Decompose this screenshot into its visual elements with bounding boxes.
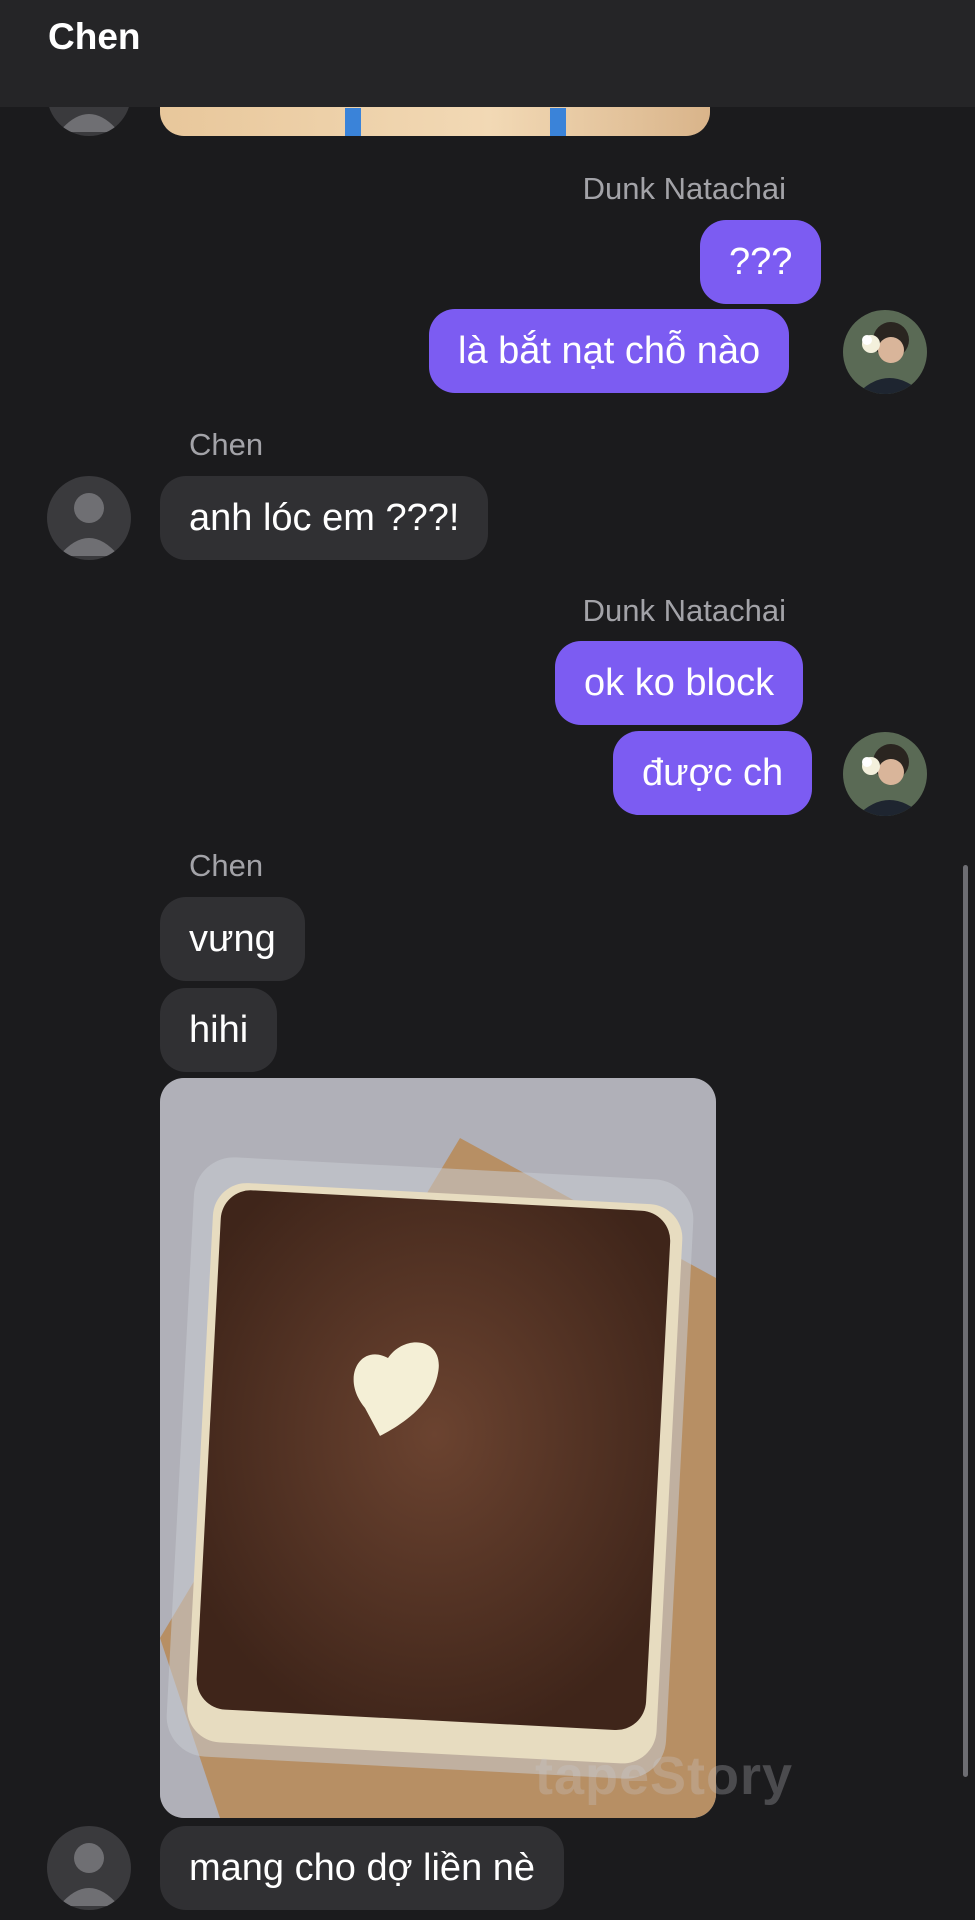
message-bubble-outgoing[interactable]: ??? [700, 220, 822, 304]
sender-avatar[interactable] [47, 476, 131, 560]
user-photo-icon [843, 732, 927, 816]
shared-image-tiramisu[interactable] [160, 1078, 716, 1818]
scrollbar[interactable] [963, 865, 968, 1777]
my-avatar[interactable] [843, 310, 927, 394]
sender-name-me: Dunk Natachai [582, 171, 786, 206]
message-bubble-outgoing[interactable]: ok ko block [555, 641, 804, 725]
message-bubble-incoming[interactable]: hihi [160, 988, 278, 1072]
sender-name-them: Chen [189, 427, 264, 462]
sender-name-them: Chen [189, 848, 264, 883]
chat-title: Chen [48, 16, 141, 57]
person-silhouette-icon [59, 493, 119, 556]
my-avatar[interactable] [843, 732, 927, 816]
sender-name-me: Dunk Natachai [582, 593, 786, 628]
message-bubble-incoming[interactable]: vưng [160, 897, 305, 981]
chat-header: Chen [0, 0, 975, 107]
sender-avatar[interactable] [47, 1826, 131, 1910]
message-bubble-outgoing[interactable]: được ch [613, 731, 813, 815]
person-silhouette-icon [59, 1843, 119, 1906]
message-bubble-incoming[interactable]: anh lóc em ???! [160, 476, 489, 560]
watermark-text: tapeStory [535, 1746, 794, 1806]
message-bubble-incoming[interactable]: mang cho dợ liền nè [160, 1826, 565, 1910]
user-photo-icon [843, 310, 927, 394]
tiramisu-photo [160, 1078, 716, 1818]
message-bubble-outgoing[interactable]: là bắt nạt chỗ nào [429, 309, 790, 393]
